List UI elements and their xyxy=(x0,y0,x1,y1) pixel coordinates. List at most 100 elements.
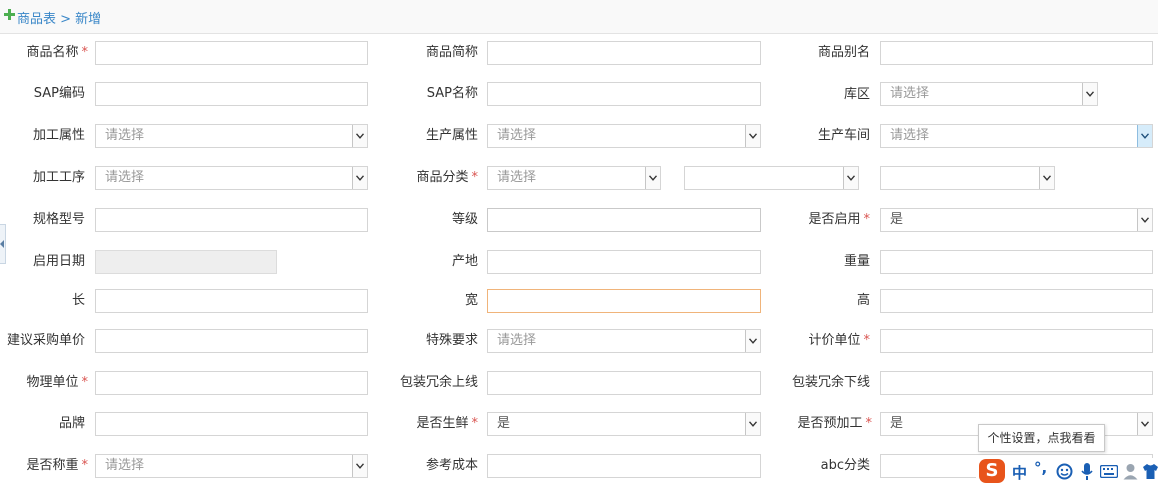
user-icon[interactable] xyxy=(1123,463,1138,480)
label-pricing-unit: 计价单位 * xyxy=(808,333,870,348)
pack-lower-input[interactable] xyxy=(880,371,1153,395)
enable-date-input xyxy=(95,250,277,274)
warehouse-zone-value: 请选择 xyxy=(890,86,930,101)
sap-code-input[interactable] xyxy=(95,82,368,106)
emoji-icon[interactable] xyxy=(1056,463,1073,480)
label-sap-code: SAP编码 xyxy=(33,86,85,101)
is-fresh-value: 是 xyxy=(497,416,511,431)
ime-toolbar: S 中 °, xyxy=(976,458,1160,485)
sap-name-input[interactable] xyxy=(487,82,761,106)
width-input[interactable] xyxy=(487,289,761,313)
warehouse-zone-select[interactable]: 请选择 xyxy=(880,82,1098,106)
height-input[interactable] xyxy=(880,289,1153,313)
is-weighed-value: 请选择 xyxy=(105,458,145,473)
label-sap-name: SAP名称 xyxy=(426,86,478,101)
label-workshop: 生产车间 xyxy=(817,128,870,143)
label-abc-class: abc分类 xyxy=(820,458,870,473)
chevron-down-icon xyxy=(1039,167,1054,189)
chevron-down-icon xyxy=(745,413,760,435)
production-attr-select[interactable]: 请选择 xyxy=(487,124,761,148)
suggested-price-input[interactable] xyxy=(95,329,368,353)
chevron-down-icon xyxy=(352,167,367,189)
category-select-level2[interactable] xyxy=(684,166,859,190)
label-product-name: 商品名称 * xyxy=(26,45,88,60)
label-special-req: 特殊要求 xyxy=(425,333,478,348)
alias-input[interactable] xyxy=(880,41,1153,65)
length-input[interactable] xyxy=(95,289,368,313)
weight-input[interactable] xyxy=(880,250,1153,274)
label-process-attr: 加工属性 xyxy=(32,128,85,143)
category-value: 请选择 xyxy=(497,170,537,185)
workshop-value: 请选择 xyxy=(890,128,930,143)
label-is-fresh: 是否生鲜 * xyxy=(416,416,478,431)
is-preprocessed-value: 是 xyxy=(890,416,904,431)
label-enable-date: 启用日期 xyxy=(32,254,85,269)
process-step-select[interactable]: 请选择 xyxy=(95,166,368,190)
chevron-down-icon xyxy=(1137,413,1152,435)
label-width: 宽 xyxy=(464,293,478,308)
is-fresh-select[interactable]: 是 xyxy=(487,412,761,436)
production-attr-value: 请选择 xyxy=(497,128,537,143)
chevron-down-icon xyxy=(1137,125,1152,147)
label-pack-upper: 包装冗余上线 xyxy=(399,375,478,390)
special-req-value: 请选择 xyxy=(497,333,537,348)
label-is-weighed: 是否称重 * xyxy=(26,458,88,473)
spec-model-input[interactable] xyxy=(95,208,368,232)
breadcrumb[interactable]: 商品表 > 新增 xyxy=(17,8,101,27)
chevron-down-icon xyxy=(745,125,760,147)
label-height: 高 xyxy=(856,293,870,308)
label-warehouse-zone: 库区 xyxy=(843,87,870,102)
label-suggested-price: 建议采购单价 xyxy=(6,333,85,348)
chevron-down-icon xyxy=(1082,83,1097,105)
ime-mode-toggle[interactable]: 中 xyxy=(1012,462,1027,483)
brand-input[interactable] xyxy=(95,412,368,436)
label-ref-cost: 参考成本 xyxy=(425,458,478,473)
pricing-unit-input[interactable] xyxy=(880,329,1153,353)
chevron-down-icon xyxy=(745,330,760,352)
special-req-select[interactable]: 请选择 xyxy=(487,329,761,353)
chevron-down-icon xyxy=(1137,209,1152,231)
label-weight: 重量 xyxy=(843,254,870,269)
category-select-level1[interactable]: 请选择 xyxy=(487,166,661,190)
enabled-select[interactable]: 是 xyxy=(880,208,1153,232)
enabled-value: 是 xyxy=(890,212,904,227)
grade-input[interactable] xyxy=(487,208,761,232)
origin-input[interactable] xyxy=(487,250,761,274)
ime-settings-tooltip[interactable]: 个性设置，点我看看 xyxy=(978,424,1105,452)
process-attr-value: 请选择 xyxy=(105,128,145,143)
label-short-name: 商品简称 xyxy=(425,45,478,60)
label-physical-unit: 物理单位 * xyxy=(26,375,88,390)
chevron-down-icon xyxy=(352,455,367,477)
label-production-attr: 生产属性 xyxy=(425,128,478,143)
skin-shirt-icon[interactable] xyxy=(1142,463,1159,480)
sogou-logo-icon[interactable]: S xyxy=(979,459,1005,483)
keyboard-icon[interactable] xyxy=(1100,465,1118,478)
chevron-down-icon xyxy=(352,125,367,147)
chevron-down-icon xyxy=(645,167,660,189)
ime-punctuation-toggle[interactable]: °, xyxy=(1034,459,1047,477)
label-category: 商品分类 * xyxy=(416,170,478,185)
microphone-icon[interactable] xyxy=(1080,462,1094,481)
breadcrumb-bar: 商品表 > 新增 xyxy=(0,0,1158,34)
label-grade: 等级 xyxy=(451,212,478,227)
pack-upper-input[interactable] xyxy=(487,371,761,395)
label-pack-lower: 包装冗余下线 xyxy=(791,375,870,390)
label-is-preprocessed: 是否预加工 * xyxy=(797,416,872,431)
product-name-input[interactable] xyxy=(95,41,368,65)
ref-cost-input[interactable] xyxy=(487,454,761,478)
category-select-level3[interactable] xyxy=(880,166,1055,190)
workshop-select[interactable]: 请选择 xyxy=(880,124,1153,148)
label-alias: 商品别名 xyxy=(817,45,870,60)
short-name-input[interactable] xyxy=(487,41,761,65)
label-process-step: 加工工序 xyxy=(32,170,85,185)
chevron-down-icon xyxy=(843,167,858,189)
process-step-value: 请选择 xyxy=(105,170,145,185)
is-weighed-select[interactable]: 请选择 xyxy=(95,454,368,478)
plus-icon xyxy=(3,8,16,21)
label-origin: 产地 xyxy=(451,254,478,269)
process-attr-select[interactable]: 请选择 xyxy=(95,124,368,148)
physical-unit-input[interactable] xyxy=(95,371,368,395)
label-length: 长 xyxy=(71,293,85,308)
label-enabled: 是否启用 * xyxy=(808,212,870,227)
label-brand: 品牌 xyxy=(58,416,85,431)
